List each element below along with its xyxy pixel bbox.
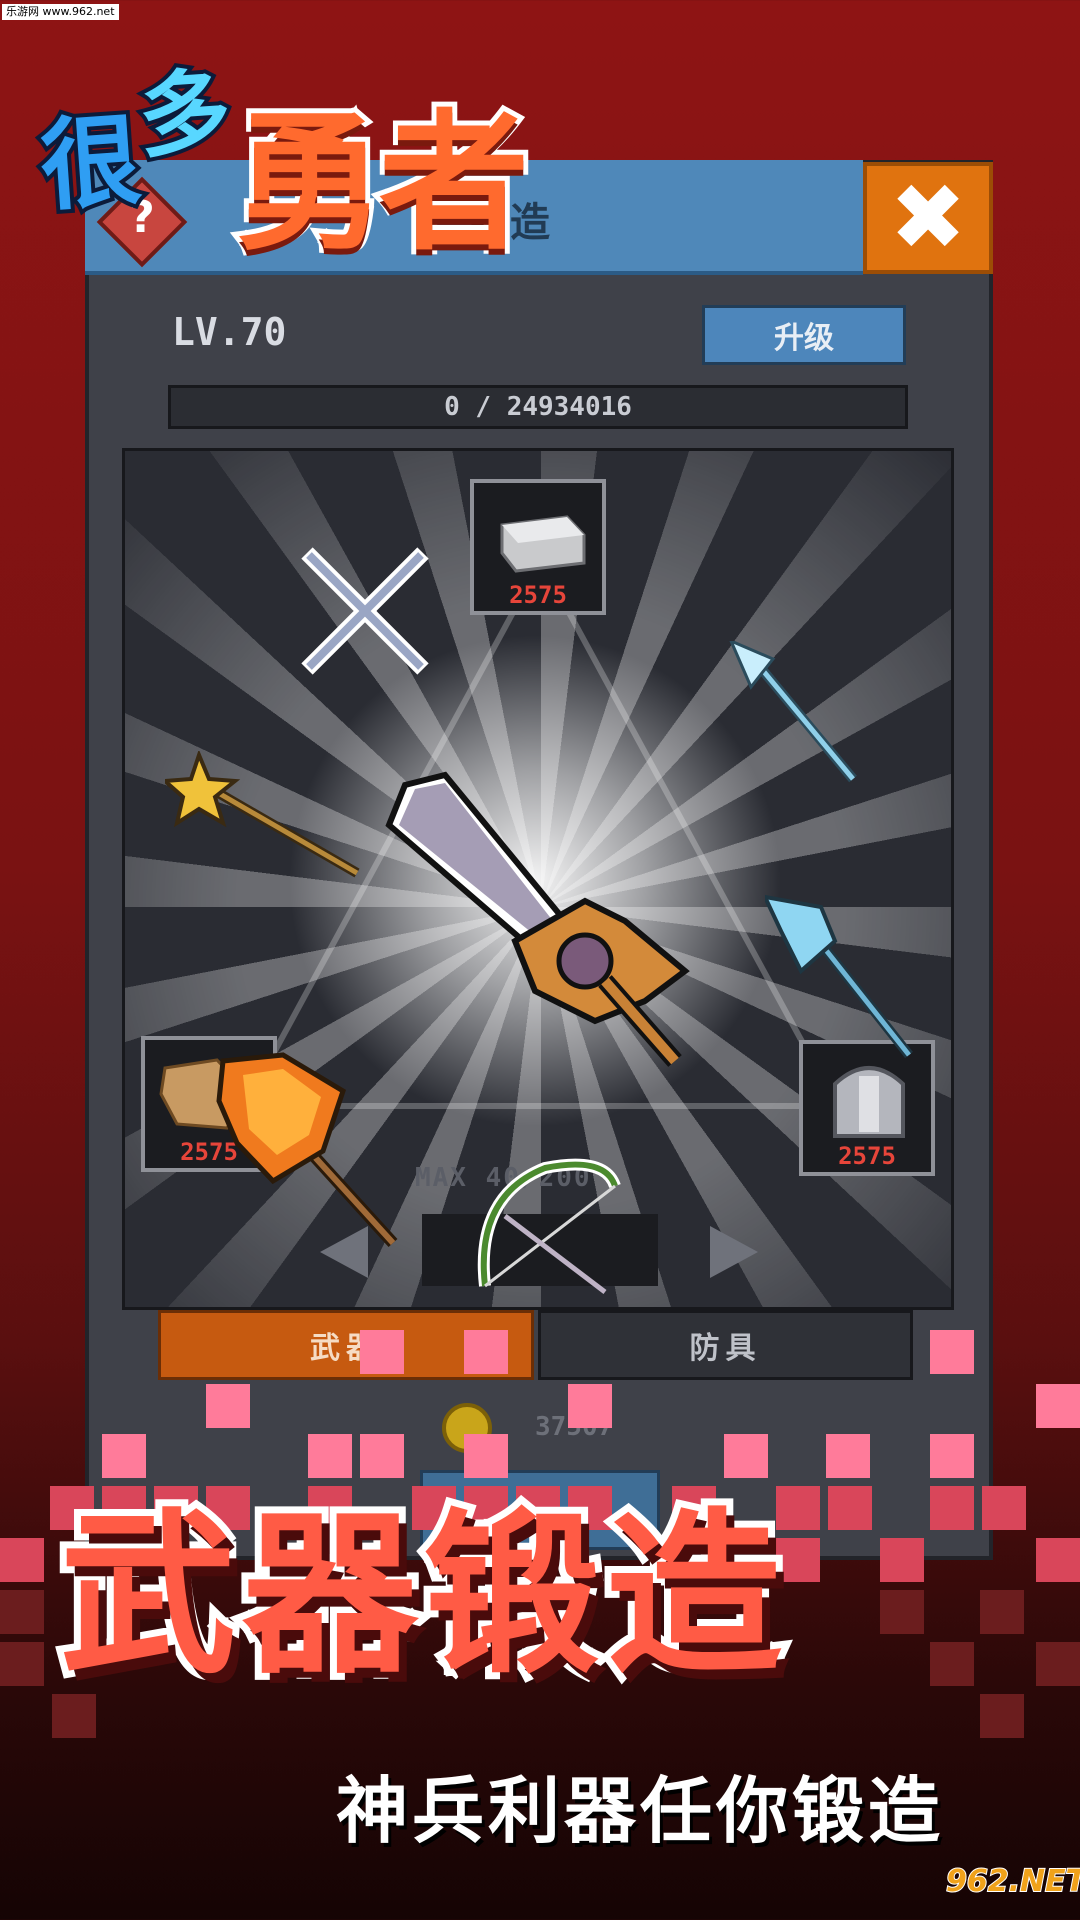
metal-ingot-icon xyxy=(500,515,586,573)
crossed-daggers-icon[interactable] xyxy=(295,541,435,681)
pixel-block xyxy=(206,1384,250,1428)
pixel-block xyxy=(360,1330,404,1374)
ice-halberd-icon[interactable] xyxy=(765,891,915,1061)
watermark: 乐游网 www.962.net xyxy=(2,4,119,20)
close-button[interactable]: ✖ xyxy=(863,162,993,274)
site-logo: 962.NET xyxy=(945,1863,1080,1900)
pixel-block xyxy=(464,1434,508,1478)
pixel-block xyxy=(1036,1642,1080,1686)
pixel-block xyxy=(308,1434,352,1478)
vine-bow-icon[interactable] xyxy=(465,1156,625,1306)
great-sword-icon[interactable] xyxy=(385,771,705,1091)
material-count-top: 2575 xyxy=(509,581,567,609)
pixel-block xyxy=(0,1538,44,1582)
pixel-block xyxy=(930,1330,974,1374)
subheadline: 神兵利器任你锻造 xyxy=(336,1769,945,1853)
pixel-block xyxy=(980,1590,1024,1634)
exp-progress-bar: 0 / 24934016 xyxy=(168,385,908,429)
frost-spear-icon[interactable] xyxy=(725,641,865,791)
star-wand-icon[interactable] xyxy=(165,751,365,881)
headline: 武器锻造 xyxy=(53,1493,789,1698)
logo-char-2: 多 xyxy=(131,54,238,175)
pixel-block xyxy=(930,1486,974,1530)
pixel-block xyxy=(826,1434,870,1478)
upgrade-button[interactable]: 升级 xyxy=(702,305,906,365)
armor-plate-icon xyxy=(833,1066,905,1138)
pixel-block xyxy=(568,1384,612,1428)
level-label: LV.70 xyxy=(172,310,287,354)
pixel-block xyxy=(360,1434,404,1478)
fire-axe-icon[interactable] xyxy=(213,1051,413,1251)
pixel-block xyxy=(102,1434,146,1478)
pixel-block xyxy=(982,1486,1026,1530)
logo-hero-text: 勇者 xyxy=(230,92,534,276)
pixel-block xyxy=(464,1330,508,1374)
pixel-block xyxy=(930,1642,974,1686)
close-icon: ✖ xyxy=(889,164,967,271)
pixel-block xyxy=(1036,1384,1080,1428)
pixel-block xyxy=(52,1694,96,1738)
next-arrow-icon[interactable] xyxy=(710,1226,758,1278)
logo-char-1: 很 xyxy=(33,98,149,230)
pixel-block xyxy=(1036,1538,1080,1582)
exp-progress-text: 0 / 24934016 xyxy=(444,392,632,422)
material-slot-top[interactable]: 2575 xyxy=(470,479,606,615)
pixel-block xyxy=(930,1434,974,1478)
material-count-right: 2575 xyxy=(838,1142,896,1170)
pixel-block xyxy=(724,1434,768,1478)
pixel-block xyxy=(0,1590,44,1634)
pixel-block xyxy=(980,1694,1024,1738)
pixel-block xyxy=(0,1642,44,1686)
forge-area: 2575 2575 2575 MAX 40/200 xyxy=(122,448,954,1310)
tab-armor[interactable]: 防具 xyxy=(538,1310,913,1380)
